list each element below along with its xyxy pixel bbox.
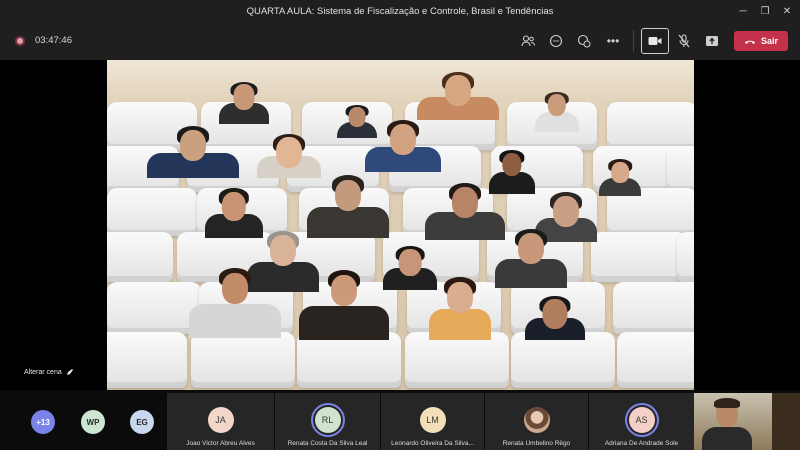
chat-icon[interactable]	[547, 32, 565, 50]
auditorium-seat	[405, 332, 509, 388]
scene-participant[interactable]	[307, 170, 389, 238]
participant-face	[331, 274, 357, 306]
participant-name: Adriana De Andrade Sole	[604, 440, 679, 447]
participant-face	[180, 129, 206, 162]
auditorium-seat	[107, 232, 173, 282]
participant-tile[interactable]: RL Renata Costa Da Silva Leal	[274, 393, 380, 450]
auditorium-seat	[107, 188, 197, 236]
auditorium-seat	[191, 332, 295, 388]
self-body	[702, 427, 752, 450]
participant-body	[307, 207, 389, 238]
auditorium-seat	[107, 332, 187, 388]
participant-tile[interactable]: Renata Umbelino Rêgo	[484, 393, 588, 450]
change-scene-button[interactable]: Alterar cena	[24, 368, 74, 376]
participants-icon[interactable]	[519, 32, 537, 50]
participant-face	[553, 195, 579, 227]
camera-icon	[648, 37, 662, 45]
more-options-icon[interactable]: •••	[604, 32, 622, 50]
toolbar-divider	[633, 30, 634, 52]
participant-face	[221, 191, 247, 221]
participant-avatar: AS	[628, 407, 655, 433]
camera-toggle-button[interactable]	[641, 28, 669, 54]
scene-participant[interactable]	[599, 156, 641, 196]
participant-avatar: JA	[207, 407, 234, 433]
self-hair	[714, 398, 740, 408]
auditorium-seat	[607, 102, 694, 150]
leave-button[interactable]: Sair	[734, 31, 788, 51]
scene-participant[interactable]	[429, 272, 491, 340]
recording-indicator-icon	[15, 36, 25, 46]
overflow-participants-badge[interactable]: +13	[31, 410, 55, 434]
participant-face	[398, 248, 422, 276]
participant-tile[interactable]: AS Adriana De Andrade Sole	[588, 393, 694, 450]
scene-participant[interactable]	[495, 224, 567, 288]
self-video-preview	[694, 393, 800, 450]
scene-participant[interactable]	[425, 178, 505, 240]
participant-avatar: LM	[419, 407, 446, 433]
self-door	[772, 393, 800, 450]
scene-participant[interactable]	[189, 262, 281, 338]
participant-tile[interactable]: JA Joao Victor Abreu Alves	[166, 393, 274, 450]
participant-name: Leonardo Oliveira Da Silva...	[391, 440, 474, 447]
meeting-timer: 03:47:46	[35, 35, 72, 46]
participant-tile[interactable]: LM Leonardo Oliveira Da Silva...	[380, 393, 484, 450]
participant-face	[390, 123, 416, 156]
participant-face	[276, 136, 302, 168]
scene-participant[interactable]	[219, 78, 269, 124]
auditorium-seat	[677, 232, 694, 282]
participant-face	[447, 281, 473, 313]
auditorium-seat	[667, 146, 694, 192]
participant-avatar[interactable]: WP	[81, 410, 105, 434]
participant-face	[518, 232, 544, 265]
participant-face	[547, 94, 567, 117]
participant-avatar[interactable]: EG	[130, 410, 154, 434]
scene-participant[interactable]	[365, 116, 441, 172]
participant-face	[502, 152, 522, 176]
participant-face	[452, 186, 478, 218]
scene-participant[interactable]	[535, 88, 579, 132]
hang-up-icon	[744, 40, 755, 44]
leave-label: Sair	[760, 36, 778, 46]
auditorium-seat	[617, 332, 694, 388]
participant-face	[348, 107, 366, 128]
scene-participant[interactable]	[299, 264, 389, 340]
participant-name: Joao Victor Abreu Alves	[186, 440, 255, 447]
auditorium-seat	[297, 332, 401, 388]
participant-name: Renata Umbelino Rêgo	[502, 440, 571, 447]
participant-face	[611, 161, 629, 183]
participant-body	[189, 303, 281, 338]
meeting-toolbar: 03:47:46 ••• Sair	[0, 22, 800, 60]
video-stage: Alterar cena	[0, 60, 800, 390]
auditorium-seat	[613, 282, 694, 334]
scene-participant[interactable]	[525, 292, 585, 340]
participant-avatar: RL	[314, 407, 341, 433]
scene-participant[interactable]	[417, 68, 499, 120]
close-button[interactable]: ✕	[774, 0, 800, 22]
participant-body	[429, 309, 491, 340]
participant-photo	[523, 407, 550, 433]
participant-name: Renata Costa Da Silva Leal	[287, 440, 368, 447]
auditorium-wall	[107, 60, 694, 100]
auditorium-seat	[107, 282, 201, 334]
participant-face	[222, 272, 248, 304]
auditorium-seat	[511, 332, 615, 388]
reactions-icon[interactable]	[575, 32, 593, 50]
scene-participant[interactable]	[147, 122, 239, 178]
title-bar: QUARTA AULA: Sistema de Fiscalização e C…	[0, 0, 800, 22]
participants-bar: +13 WP EG JA Joao Victor Abreu Alves RL …	[0, 390, 800, 450]
auditorium-seat	[591, 232, 687, 282]
participant-face	[335, 179, 361, 211]
participant-face	[542, 298, 568, 329]
share-icon[interactable]	[703, 32, 721, 50]
pencil-icon	[66, 369, 73, 375]
change-scene-label: Alterar cena	[24, 368, 62, 376]
together-mode-scene	[107, 60, 694, 390]
participant-face	[233, 84, 255, 110]
meeting-title: QUARTA AULA: Sistema de Fiscalização e C…	[246, 5, 554, 17]
mic-off-icon[interactable]	[675, 32, 693, 50]
participant-face	[445, 75, 471, 107]
participant-body	[299, 305, 389, 340]
